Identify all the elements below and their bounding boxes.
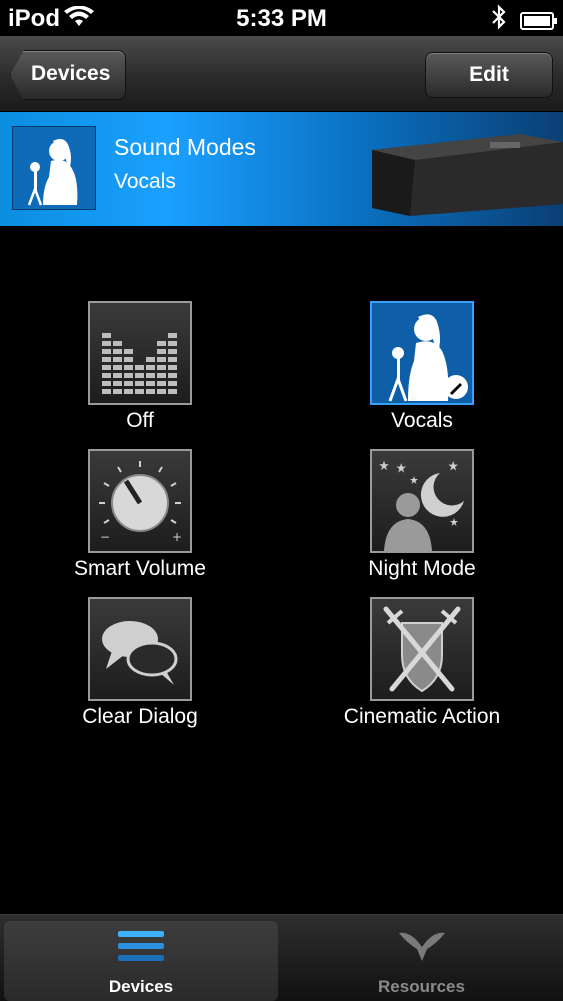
status-time: 5:33 PM bbox=[236, 5, 327, 32]
mode-clear-dialog[interactable]: Clear Dialog bbox=[40, 597, 240, 729]
mode-vocals[interactable]: Vocals bbox=[322, 301, 522, 433]
crossed-swords-icon bbox=[370, 597, 474, 701]
mode-label: Clear Dialog bbox=[82, 705, 198, 728]
banner-title: Sound Modes bbox=[114, 134, 256, 160]
night-moon-icon bbox=[370, 449, 474, 553]
mode-smart-volume[interactable]: − + Smart Volume bbox=[40, 449, 240, 581]
mode-cinematic-action[interactable]: Cinematic Action bbox=[322, 597, 522, 729]
back-button-label: Devices bbox=[31, 62, 111, 85]
back-button[interactable]: Devices bbox=[10, 50, 126, 100]
resources-icon bbox=[397, 929, 447, 968]
tab-label: Resources bbox=[378, 977, 465, 996]
mode-label: Off bbox=[126, 409, 154, 432]
mode-label: Vocals bbox=[391, 409, 453, 432]
banner-subtitle: Vocals bbox=[114, 170, 176, 193]
mode-label: Night Mode bbox=[368, 557, 476, 580]
mode-label: Smart Volume bbox=[74, 557, 206, 580]
singer-icon bbox=[370, 301, 474, 405]
svg-text:−: − bbox=[100, 530, 110, 544]
equalizer-icon bbox=[88, 301, 192, 405]
mode-night[interactable]: Night Mode bbox=[322, 449, 522, 581]
devices-icon bbox=[116, 929, 166, 968]
tab-label: Devices bbox=[108, 977, 174, 996]
speech-bubbles-icon bbox=[88, 597, 192, 701]
soundbar-image bbox=[370, 130, 563, 218]
edit-button[interactable]: Edit bbox=[425, 52, 553, 98]
volume-knob-icon: − + bbox=[88, 449, 192, 553]
status-bar: iPod 5:33 PM bbox=[0, 0, 563, 36]
battery-icon bbox=[520, 9, 558, 37]
svg-text:+: + bbox=[172, 530, 182, 544]
bluetooth-icon bbox=[490, 4, 508, 37]
mode-label: Cinematic Action bbox=[343, 705, 501, 728]
navigation-bar: Devices Edit bbox=[0, 36, 563, 112]
tab-resources[interactable]: Resources bbox=[284, 921, 559, 1001]
singer-icon bbox=[12, 126, 96, 210]
mode-off[interactable]: Off bbox=[40, 301, 240, 433]
tab-devices[interactable]: Devices bbox=[4, 921, 278, 1001]
tab-bar: Devices Resources bbox=[0, 914, 563, 1001]
